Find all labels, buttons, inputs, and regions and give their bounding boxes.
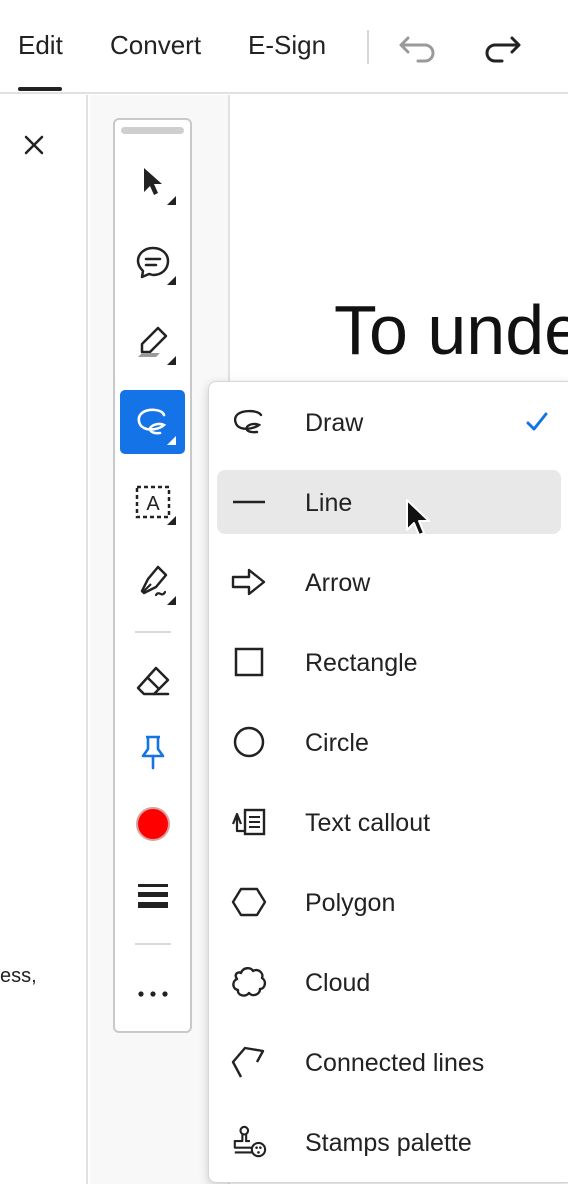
text-callout-icon <box>231 804 267 840</box>
close-icon[interactable] <box>22 133 46 157</box>
color-dot-icon <box>135 807 170 841</box>
comment-icon <box>135 244 171 280</box>
panel-text-snippet: ess, <box>0 965 37 987</box>
highlighter-icon <box>134 323 172 361</box>
cursor-arrow-icon <box>138 165 168 199</box>
line-weight-icon <box>137 882 169 910</box>
menu-item-rectangle[interactable]: Rectangle <box>217 630 561 694</box>
toolbar-divider <box>367 30 369 64</box>
rectangle-icon <box>231 644 267 680</box>
menu-item-label: Connected lines <box>305 1049 485 1077</box>
circle-icon <box>231 724 267 760</box>
menu-item-label: Stamps palette <box>305 1129 472 1157</box>
draw-tool-button[interactable] <box>120 390 185 454</box>
connected-lines-icon <box>231 1044 267 1080</box>
cloud-icon <box>231 964 267 1000</box>
sign-tool-button[interactable] <box>120 550 185 614</box>
checkmark-icon <box>523 408 551 436</box>
menu-item-line[interactable]: Line <box>217 470 561 534</box>
menu-item-label: Rectangle <box>305 649 418 677</box>
annotation-toolbar: A <box>113 118 192 1033</box>
comment-tool-button[interactable] <box>120 230 185 294</box>
tab-e-sign[interactable]: E-Sign <box>248 30 326 61</box>
more-tools-button[interactable] <box>120 962 185 1026</box>
redo-icon[interactable] <box>482 30 522 64</box>
menu-item-draw[interactable]: Draw <box>217 390 561 454</box>
stamp-icon <box>231 1124 267 1160</box>
tab-edit[interactable]: Edit <box>18 30 63 61</box>
highlight-tool-button[interactable] <box>120 310 185 374</box>
draw-icon <box>231 404 267 440</box>
color-tool-button[interactable] <box>120 792 185 856</box>
menu-item-label: Arrow <box>305 569 371 597</box>
tab-convert[interactable]: Convert <box>110 30 201 61</box>
text-box-icon: A <box>134 483 172 521</box>
eraser-icon <box>134 664 172 700</box>
document-heading: To unde <box>334 291 568 369</box>
draw-tools-menu: Draw Line Arrow Rectangle Circle Text ca… <box>208 381 568 1183</box>
toolbar-drag-handle[interactable] <box>121 127 184 134</box>
menu-item-label: Draw <box>305 409 364 437</box>
arrow-icon <box>231 564 267 600</box>
menu-item-arrow[interactable]: Arrow <box>217 550 561 614</box>
menu-item-label: Line <box>305 489 353 517</box>
app-root: Edit Convert E-Sign ess, A To unde Draw … <box>0 0 568 1184</box>
menu-item-label: Polygon <box>305 889 396 917</box>
menu-item-label: Circle <box>305 729 369 757</box>
menu-item-label: Text callout <box>305 809 431 837</box>
more-icon <box>137 990 169 998</box>
menu-item-label: Cloud <box>305 969 371 997</box>
menu-item-connected-lines[interactable]: Connected lines <box>217 1030 561 1094</box>
menu-item-cloud[interactable]: Cloud <box>217 950 561 1014</box>
line-weight-tool-button[interactable] <box>120 864 185 928</box>
menu-item-text-callout[interactable]: Text callout <box>217 790 561 854</box>
undo-icon[interactable] <box>398 30 438 64</box>
eraser-tool-button[interactable] <box>120 650 185 714</box>
svg-text:A: A <box>146 493 160 515</box>
active-tab-indicator <box>18 87 62 91</box>
freehand-draw-icon <box>134 405 172 439</box>
polygon-icon <box>231 884 267 920</box>
mouse-pointer-icon <box>404 498 432 538</box>
toolbar-separator <box>135 943 171 945</box>
pin-tool-button[interactable] <box>120 720 185 784</box>
line-icon <box>231 484 267 520</box>
pen-nib-icon <box>134 563 172 601</box>
menu-item-circle[interactable]: Circle <box>217 710 561 774</box>
top-tab-bar: Edit Convert E-Sign <box>0 0 568 94</box>
select-tool-button[interactable] <box>120 150 185 214</box>
menu-item-polygon[interactable]: Polygon <box>217 870 561 934</box>
menu-item-stamps-palette[interactable]: Stamps palette <box>217 1110 561 1174</box>
toolbar-separator <box>135 631 171 633</box>
left-panel: ess, <box>0 95 88 1184</box>
pin-icon <box>138 733 168 771</box>
text-tool-button[interactable]: A <box>120 470 185 534</box>
